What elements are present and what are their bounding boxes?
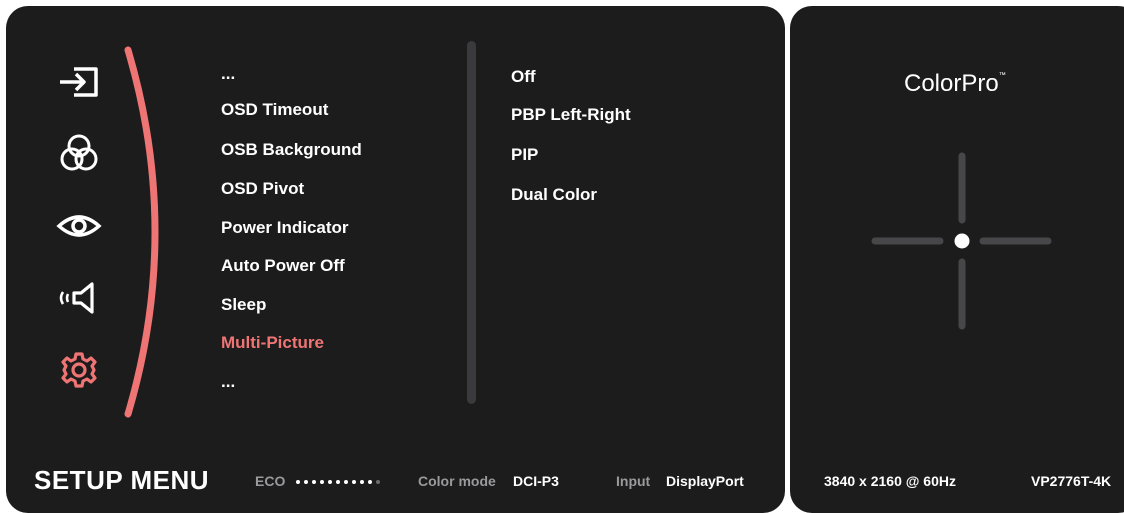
brand-trademark: ™ <box>998 72 1006 79</box>
eco-level-dot <box>376 480 380 484</box>
menu-item-osd-timeout[interactable]: OSD Timeout <box>221 100 328 120</box>
option-pip[interactable]: PIP <box>511 145 538 165</box>
input-icon[interactable] <box>52 60 106 104</box>
input-value: DisplayPort <box>666 473 744 489</box>
brand-logo: ColorPro™ <box>904 70 1006 98</box>
menu-item-multi-picture[interactable]: Multi-Picture <box>221 333 324 353</box>
eco-level-dot <box>328 480 332 484</box>
eco-level-dot <box>360 480 364 484</box>
eco-level-dot <box>368 480 372 484</box>
menu-title: SETUP MENU <box>34 465 209 495</box>
option-pbp-left-right[interactable]: PBP Left-Right <box>511 105 631 125</box>
eco-level-dot <box>320 480 324 484</box>
eco-level-dot <box>296 480 300 484</box>
eco-label: ECO <box>255 473 286 489</box>
eco-level-indicator <box>296 474 380 490</box>
eco-level-dot <box>304 480 308 484</box>
brand-name: ColorPro <box>904 70 999 97</box>
info-panel: ColorPro™ 3840 x 2160 @ 60Hz VP2776T-4K <box>790 6 1124 513</box>
menu-item-more-bottom[interactable]: ... <box>221 372 235 392</box>
option-off[interactable]: Off <box>511 67 536 87</box>
model-text: VP2776T-4K <box>1031 473 1112 489</box>
option-dual-color[interactable]: Dual Color <box>511 185 597 205</box>
menu-item-osb-background[interactable]: OSB Background <box>221 140 362 160</box>
menu-item-sleep[interactable]: Sleep <box>221 295 266 315</box>
eco-level-dot <box>312 480 316 484</box>
main-menu-panel: ... OSD Timeout OSB Background OSD Pivot… <box>6 6 785 513</box>
eco-level-dot <box>336 480 340 484</box>
color-icon[interactable] <box>52 132 106 176</box>
menu-item-auto-power-off[interactable]: Auto Power Off <box>221 256 345 276</box>
input-label: Input <box>616 473 651 489</box>
color-mode-label: Color mode <box>418 473 496 489</box>
eye-icon[interactable] <box>52 204 106 248</box>
eco-level-dot <box>352 480 356 484</box>
setup-gear-icon[interactable] <box>52 348 106 392</box>
menu-item-osd-pivot[interactable]: OSD Pivot <box>221 179 304 199</box>
menu-item-more-top[interactable]: ... <box>221 64 235 84</box>
joystick-guide-icon <box>871 152 1052 330</box>
color-mode-value: DCI-P3 <box>513 473 559 489</box>
audio-icon[interactable] <box>52 276 106 320</box>
eco-level-dot <box>344 480 348 484</box>
menu-scrollbar[interactable] <box>467 41 476 404</box>
menu-selection-arc <box>124 46 159 418</box>
resolution-text: 3840 x 2160 @ 60Hz <box>824 473 956 489</box>
menu-item-power-indicator[interactable]: Power Indicator <box>221 218 349 238</box>
